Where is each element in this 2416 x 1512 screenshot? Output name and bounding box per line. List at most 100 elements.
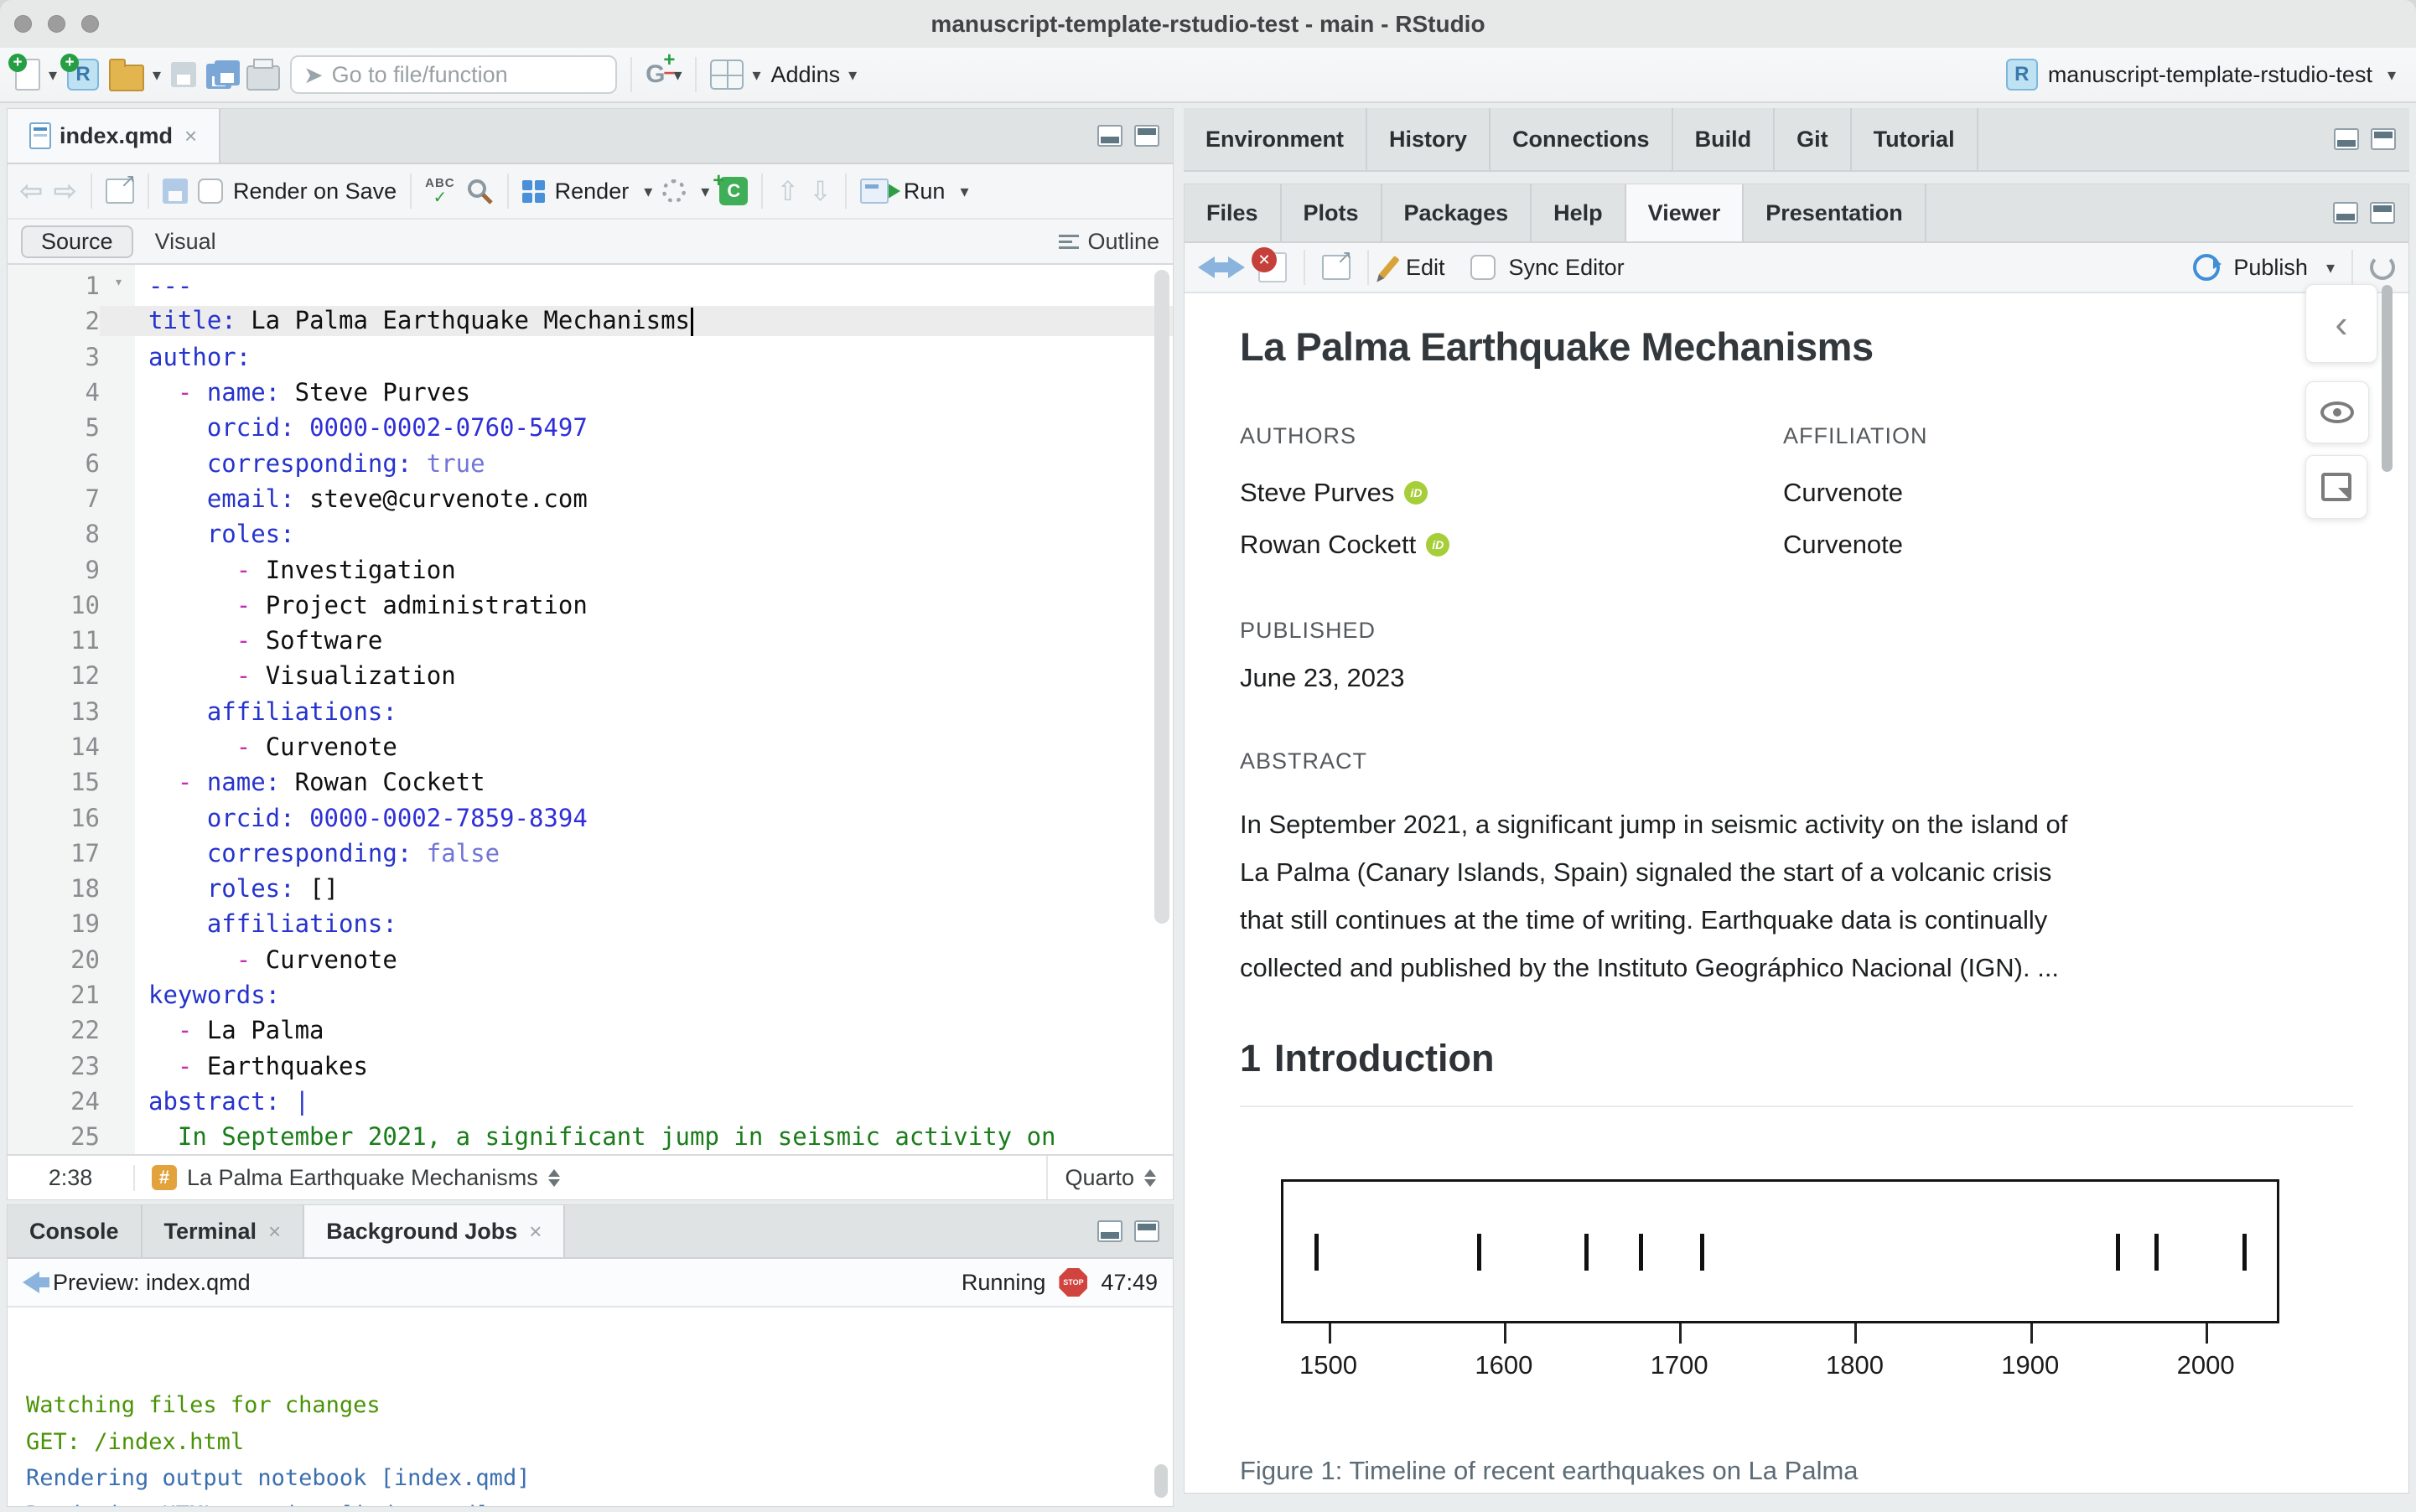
edit-pencil-icon[interactable] [1378,256,1399,279]
sync-editor-checkbox[interactable] [1470,255,1496,280]
maximize-pane-icon[interactable] [1134,1220,1159,1242]
document-format-selector[interactable]: Quarto [1046,1156,1173,1199]
minimize-pane-icon[interactable] [2333,202,2358,224]
spellcheck-icon[interactable]: ABC✓ [425,177,455,206]
stop-job-button[interactable]: STOP [1059,1268,1087,1297]
code-line[interactable]: 20 - Curvenote [8,942,1173,977]
tab-presentation[interactable]: Presentation [1744,184,1926,241]
gear-icon[interactable] [662,179,686,203]
maximize-pane-icon[interactable] [1134,125,1159,147]
goto-file-function-input[interactable]: ➤ Go to file/function [290,55,617,94]
tab-terminal[interactable]: Terminal× [143,1205,305,1257]
minimize-pane-icon[interactable] [2334,128,2359,150]
go-next-section-icon[interactable]: ⇩ [809,175,832,207]
open-in-new-window-icon[interactable] [106,179,134,204]
chevron-down-icon[interactable]: ▾ [960,181,968,202]
code-line[interactable]: 9 - Investigation [8,551,1173,587]
code-editor[interactable]: 1▾---2title: La Palma Earthquake Mechani… [8,265,1173,1154]
code-line[interactable]: 5 orcid: 0000-0002-0760-5497 [8,410,1173,445]
chevron-down-icon[interactable]: ▾ [752,65,760,85]
tab-help[interactable]: Help [1532,184,1626,241]
tab-environment[interactable]: Environment [1184,108,1367,170]
tab-build[interactable]: Build [1673,108,1776,170]
maximize-pane-icon[interactable] [2370,202,2395,224]
code-line[interactable]: 7 email: steve@curvenote.com [8,481,1173,516]
source-mode-button[interactable]: Source [21,225,133,258]
code-line[interactable]: 1▾--- [8,268,1173,303]
run-button[interactable]: Run [860,179,946,205]
code-line[interactable]: 19 affiliations: [8,906,1173,941]
chevron-down-icon[interactable]: ▾ [49,65,57,85]
code-line[interactable]: 13 affiliations: [8,694,1173,729]
code-line[interactable]: 23 - Earthquakes [8,1049,1173,1084]
chevron-down-icon[interactable]: ▾ [2326,257,2335,278]
minimize-pane-icon[interactable] [1097,125,1122,147]
chevron-down-icon[interactable]: ▾ [153,65,161,85]
visual-mode-button[interactable]: Visual [155,229,216,255]
code-line[interactable]: 3author: [8,339,1173,375]
code-line[interactable]: 25 In September 2021, a significant jump… [8,1119,1173,1154]
project-menu[interactable]: R manuscript-template-rstudio-test ▾ [2006,59,2396,91]
edit-label[interactable]: Edit [1406,255,1445,281]
code-line[interactable]: 22 - La Palma [8,1012,1173,1048]
workspace-panes-button[interactable]: ▾ [710,60,760,90]
code-line[interactable]: 24abstract: | [8,1084,1173,1119]
code-line[interactable]: 10 - Project administration [8,588,1173,623]
orcid-icon[interactable]: iD [1404,481,1428,505]
close-window-button[interactable] [14,15,32,33]
code-line[interactable]: 15 - name: Rowan Cockett [8,764,1173,800]
open-file-button[interactable]: ▾ [109,58,161,91]
new-file-button[interactable]: + ▾ [15,59,57,91]
viewer-scrollbar[interactable] [2382,285,2393,472]
code-line[interactable]: 16 orcid: 0000-0002-7859-8394 [8,800,1173,835]
viewer-content[interactable]: La Palma Earthquake Mechanisms AUTHORS A… [1185,293,2408,1493]
tab-tutorial[interactable]: Tutorial [1852,108,1978,170]
collapse-panel-button[interactable]: ‹ [2305,284,2377,363]
chevron-down-icon[interactable]: ▾ [644,181,652,202]
version-control-button[interactable]: G+− ▾ [645,60,682,89]
tab-plots[interactable]: Plots [1282,184,1382,241]
tab-viewer[interactable]: Viewer [1626,184,1745,241]
tab-history[interactable]: History [1367,108,1491,170]
chevron-down-icon[interactable]: ▾ [848,65,857,85]
tab-files[interactable]: Files [1185,184,1282,241]
minimize-pane-icon[interactable] [1097,1220,1122,1242]
code-line[interactable]: 11 - Software [8,623,1173,658]
close-icon[interactable]: × [268,1219,281,1245]
code-line[interactable]: 18 roles: [] [8,871,1173,906]
open-in-new-window-icon[interactable] [1322,255,1351,280]
console-scrollbar[interactable] [1154,1464,1168,1498]
insert-chunk-button[interactable]: C [719,177,748,205]
render-button[interactable]: Render [522,179,630,205]
console-output[interactable]: Watching files for changesGET: /index.ht… [8,1307,1173,1506]
viewer-back-icon[interactable] [1198,256,1215,278]
tab-git[interactable]: Git [1775,108,1852,170]
code-line[interactable]: 12 - Visualization [8,658,1173,693]
publish-label[interactable]: Publish [2233,255,2308,281]
render-on-save-checkbox[interactable] [198,179,223,204]
go-previous-section-icon[interactable]: ⇧ [776,175,799,207]
orcid-icon[interactable]: iD [1426,533,1449,557]
code-line[interactable]: 21keywords: [8,977,1173,1012]
search-icon[interactable] [465,177,494,205]
close-icon[interactable]: × [529,1219,542,1245]
refresh-icon[interactable] [2370,255,2395,280]
addins-menu[interactable]: Addins ▾ [771,62,858,88]
close-icon[interactable]: × [184,123,197,149]
annotation-button[interactable] [2305,455,2367,519]
viewer-forward-icon[interactable] [1228,256,1245,278]
fold-arrow-icon[interactable]: ▾ [114,273,123,291]
tab-background-jobs[interactable]: Background Jobs× [304,1205,565,1257]
outline-toggle[interactable]: Outline [1059,229,1159,255]
tab-connections[interactable]: Connections [1491,108,1673,170]
chevron-down-icon[interactable]: ▾ [2387,65,2396,85]
code-line[interactable]: 4 - name: Steve Purves [8,375,1173,410]
save-document-button[interactable] [163,179,188,204]
clear-viewer-icon[interactable] [1258,252,1287,282]
back-icon[interactable] [23,1271,39,1293]
cursor-position[interactable]: 2:38 [8,1165,135,1191]
save-all-button[interactable] [206,60,236,89]
section-navigator[interactable]: La Palma Earthquake Mechanisms [187,1165,538,1191]
section-selector-icon[interactable] [548,1169,560,1187]
code-line[interactable]: 2title: La Palma Earthquake Mechanisms [8,303,1173,339]
